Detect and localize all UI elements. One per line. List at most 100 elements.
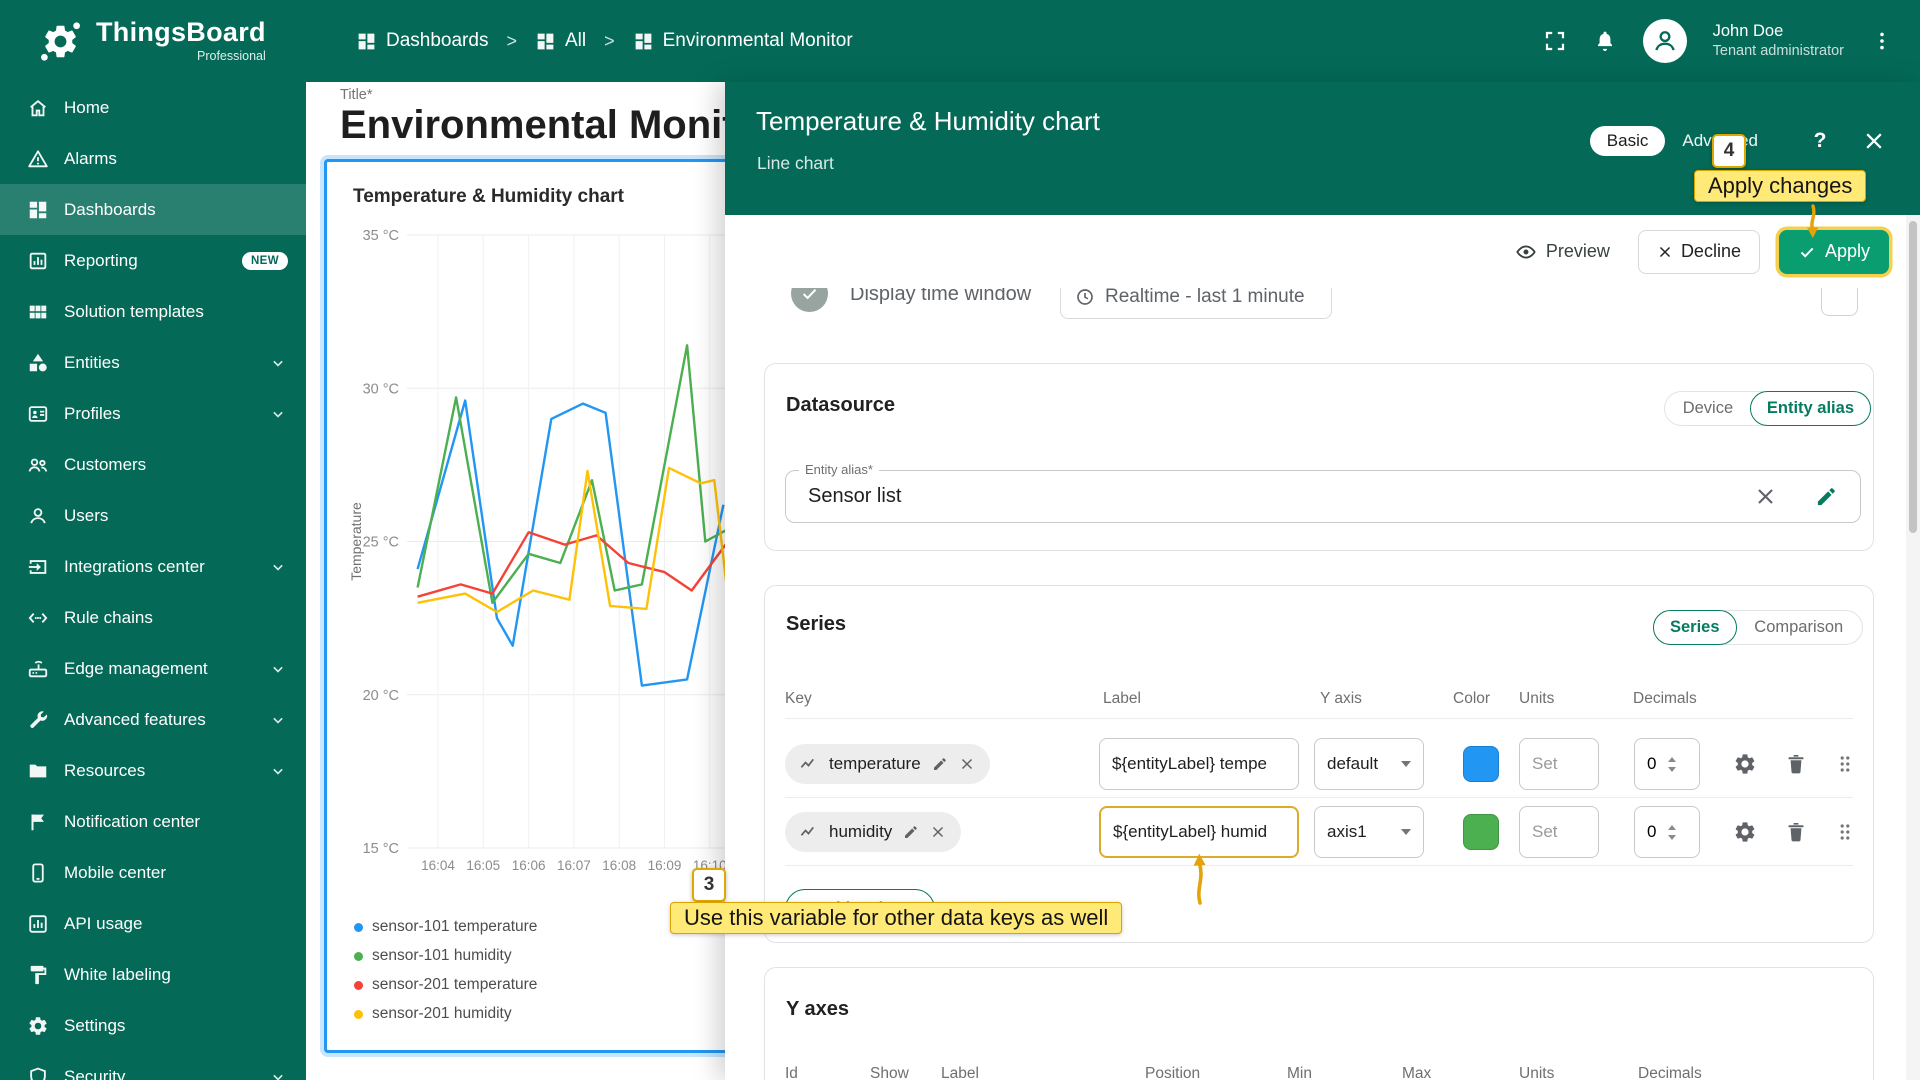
decline-label: Decline [1681, 241, 1741, 262]
gear-icon [1733, 820, 1757, 844]
breadcrumb-label: Dashboards [386, 30, 488, 52]
datasource-type-entity-alias[interactable]: Entity alias [1750, 391, 1871, 426]
legend-label: sensor-201 temperature [372, 976, 537, 994]
series-drag-handle[interactable] [1827, 746, 1863, 782]
sidebar-item-solution-templates[interactable]: Solution templates [0, 286, 306, 337]
series-delete-button[interactable] [1778, 746, 1814, 782]
brand-logo[interactable]: ThingsBoard Professional [0, 19, 306, 64]
dashboard-title-input[interactable]: Environmental Monitor [340, 103, 776, 148]
legend-item[interactable]: sensor-201 humidity [354, 1005, 537, 1023]
breadcrumb-environmental-monitor[interactable]: Environmental Monitor [633, 30, 853, 52]
units-input[interactable] [1519, 738, 1599, 790]
data-key-chip[interactable]: humidity [785, 812, 961, 852]
y-axis-select[interactable]: axis1 [1314, 806, 1424, 858]
legend-item[interactable]: sensor-101 humidity [354, 947, 537, 965]
edit-pencil-icon[interactable] [932, 756, 948, 772]
sidebar-item-notification-center[interactable]: Notification center [0, 796, 306, 847]
decimals-input[interactable] [1635, 753, 1667, 775]
breadcrumb-dashboards[interactable]: Dashboards [356, 30, 488, 52]
entity-alias-input[interactable] [806, 472, 1504, 521]
sidebar-item-reporting[interactable]: ReportingNEW [0, 235, 306, 286]
series-toggle-series[interactable]: Series [1653, 610, 1737, 645]
series-label-input[interactable] [1099, 738, 1299, 790]
dialog-scrollbar-thumb[interactable] [1909, 221, 1917, 533]
stepper-down-icon[interactable] [1668, 835, 1676, 840]
ethernet-icon [27, 607, 49, 629]
dashboards-icon [535, 31, 556, 52]
close-button[interactable] [1862, 129, 1886, 153]
help-icon[interactable]: ? [1808, 129, 1832, 153]
sidebar-item-label: Integrations center [64, 557, 205, 577]
gear-icon [27, 1015, 49, 1037]
stepper-down-icon[interactable] [1668, 767, 1676, 772]
dialog-title: Temperature & Humidity chart [756, 106, 1100, 137]
datasource-card: Datasource Device Entity alias Entity al… [764, 363, 1874, 551]
sidebar-item-advanced-features[interactable]: Advanced features [0, 694, 306, 745]
toggle-basic[interactable]: Basic [1590, 126, 1666, 156]
remove-icon[interactable] [930, 824, 946, 840]
sidebar-item-white-labeling[interactable]: White labeling [0, 949, 306, 1000]
x-tick-label: 16:08 [602, 858, 636, 873]
decline-button[interactable]: Decline [1638, 230, 1760, 274]
clear-icon[interactable] [1754, 485, 1777, 508]
remove-icon[interactable] [959, 756, 975, 772]
shield-icon [27, 1066, 49, 1080]
sidebar-item-api-usage[interactable]: API usage [0, 898, 306, 949]
stepper-up-icon[interactable] [1668, 757, 1676, 762]
sidebar-item-settings[interactable]: Settings [0, 1000, 306, 1051]
sidebar-item-customers[interactable]: Customers [0, 439, 306, 490]
timewindow-edit-button[interactable] [1821, 288, 1858, 316]
preview-button[interactable]: Preview [1515, 241, 1610, 263]
category-icon [27, 352, 49, 374]
series-toggle-comparison[interactable]: Comparison [1736, 618, 1862, 637]
y-axis-select[interactable]: default [1314, 738, 1424, 790]
sidebar-item-alarms[interactable]: Alarms [0, 133, 306, 184]
breadcrumb-all[interactable]: All [535, 30, 586, 52]
decimals-field [1634, 806, 1700, 858]
sidebar-item-mobile-center[interactable]: Mobile center [0, 847, 306, 898]
avatar[interactable] [1643, 19, 1687, 63]
fullscreen-button[interactable] [1543, 29, 1567, 53]
sidebar-item-resources[interactable]: Resources [0, 745, 306, 796]
breadcrumb-label: All [565, 30, 586, 52]
sidebar-item-profiles[interactable]: Profiles [0, 388, 306, 439]
datasource-type-device[interactable]: Device [1665, 399, 1751, 418]
sidebar-item-home[interactable]: Home [0, 82, 306, 133]
series-drag-handle[interactable] [1827, 814, 1863, 850]
sidebar-item-dashboards[interactable]: Dashboards [0, 184, 306, 235]
brand-subtitle: Professional [197, 49, 266, 63]
sidebar-item-rule-chains[interactable]: Rule chains [0, 592, 306, 643]
units-input[interactable] [1519, 806, 1599, 858]
color-swatch[interactable] [1463, 746, 1499, 782]
notifications-button[interactable] [1593, 29, 1617, 53]
y-tick-label: 15 °C [363, 841, 399, 857]
sidebar-item-users[interactable]: Users [0, 490, 306, 541]
series-settings-button[interactable] [1727, 746, 1763, 782]
more-menu-button[interactable] [1870, 29, 1894, 53]
timewindow-value-button[interactable]: Realtime - last 1 minute [1060, 288, 1332, 319]
column-header-decimals: Decimals [1633, 690, 1697, 708]
legend-item[interactable]: sensor-101 temperature [354, 918, 537, 936]
series-delete-button[interactable] [1778, 814, 1814, 850]
stepper-up-icon[interactable] [1668, 825, 1676, 830]
sidebar-item-integrations-center[interactable]: Integrations center [0, 541, 306, 592]
sidebar-item-label: White labeling [64, 965, 171, 985]
dialog-scrollbar-track[interactable] [1906, 215, 1920, 1080]
legend-label: sensor-201 humidity [372, 1005, 512, 1023]
decimals-input[interactable] [1635, 821, 1667, 843]
sidebar-item-edge-management[interactable]: Edge management [0, 643, 306, 694]
y-tick-label: 35 °C [363, 228, 399, 244]
data-key-chip[interactable]: temperature [785, 744, 990, 784]
apply-button[interactable]: Apply [1779, 230, 1889, 274]
sidebar-item-security[interactable]: Security [0, 1051, 306, 1080]
annotation-arrow [1185, 851, 1215, 905]
display-timewindow-toggle[interactable] [791, 288, 828, 312]
sidebar-item-entities[interactable]: Entities [0, 337, 306, 388]
series-settings-button[interactable] [1727, 814, 1763, 850]
edit-pencil-icon[interactable] [903, 824, 919, 840]
dashboard-title-label: Title* [340, 87, 373, 103]
screen: ThingsBoard Professional Dashboards > Al… [0, 0, 1920, 1080]
legend-item[interactable]: sensor-201 temperature [354, 976, 537, 994]
edit-pencil-icon[interactable] [1815, 485, 1838, 508]
color-swatch[interactable] [1463, 814, 1499, 850]
